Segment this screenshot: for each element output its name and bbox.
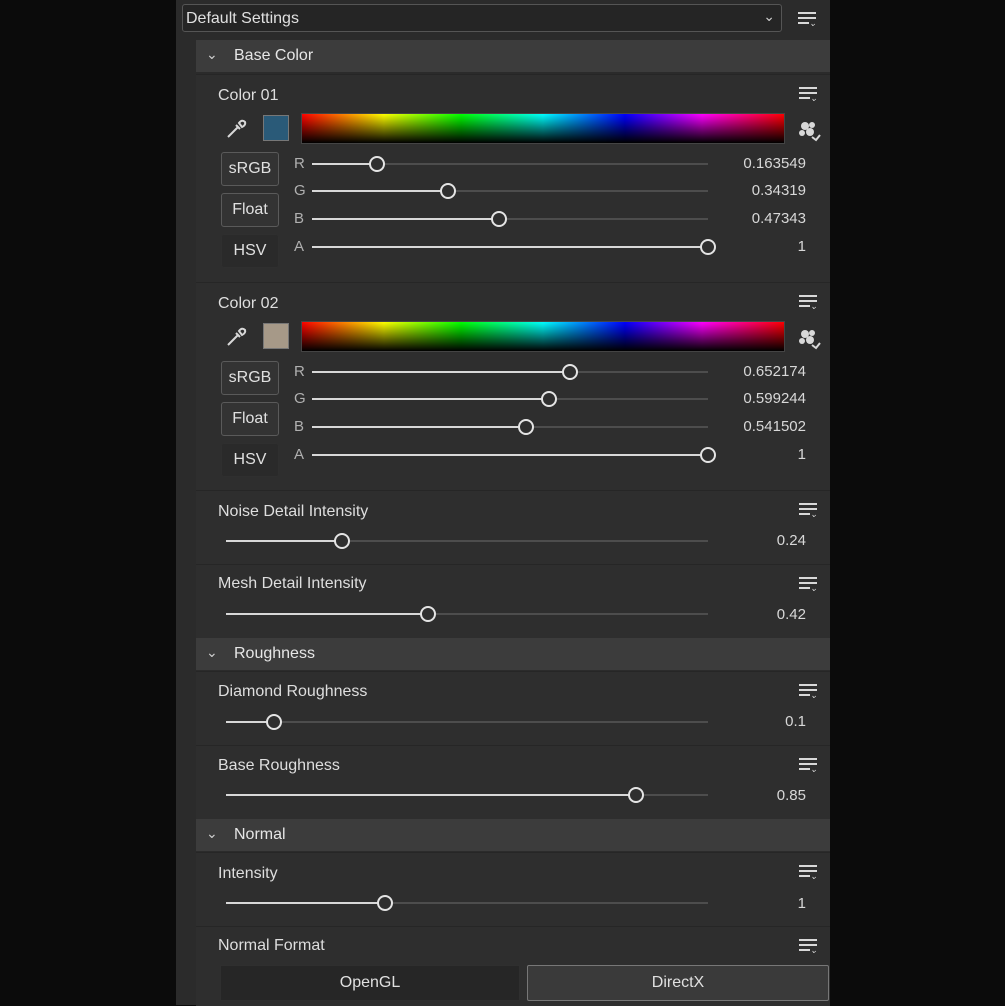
channel-slider-r[interactable] <box>312 364 708 380</box>
hsv-button[interactable]: HSV <box>221 234 279 268</box>
eyedropper-icon[interactable] <box>224 117 248 141</box>
channel-value-b[interactable]: 0.541502 <box>686 418 806 435</box>
chevron-down-icon: ⌄ <box>763 8 775 24</box>
slider-handle[interactable] <box>491 211 508 227</box>
mesh-detail-slider[interactable] <box>226 606 708 622</box>
preset-menu-icon[interactable]: ⌄ <box>798 10 818 28</box>
preset-dropdown[interactable]: Default Settings ⌄ <box>182 4 782 32</box>
normal-intensity-slider[interactable] <box>226 895 708 911</box>
noise-detail-value[interactable]: 0.24 <box>686 532 806 549</box>
slider-handle[interactable] <box>541 391 558 407</box>
slider-handle[interactable] <box>377 895 394 911</box>
property-menu-icon[interactable]: ⌄ <box>799 682 819 700</box>
base-roughness-value[interactable]: 0.85 <box>686 787 806 804</box>
slider-handle[interactable] <box>562 364 579 380</box>
noise-detail-property: Noise Detail Intensity ⌄ 0.24 <box>196 490 830 565</box>
base-roughness-slider[interactable] <box>226 787 708 803</box>
diamond-roughness-label: Diamond Roughness <box>218 683 368 700</box>
property-menu-icon[interactable]: ⌄ <box>799 937 819 955</box>
section-title: Base Color <box>234 47 314 64</box>
color02-property: Color 02 ⌄ sRGB Float HSV R 0.652174 G 0.59… <box>196 282 830 491</box>
property-menu-icon[interactable]: ⌄ <box>799 863 819 881</box>
color01-label: Color 01 <box>218 87 279 104</box>
slider-handle[interactable] <box>333 533 350 549</box>
section-base-color[interactable]: ⌄ Base Color <box>196 40 830 72</box>
property-menu-icon[interactable]: ⌄ <box>799 85 819 103</box>
channel-value-a[interactable]: 1 <box>686 446 806 463</box>
mesh-detail-value[interactable]: 0.42 <box>686 606 806 623</box>
normal-format-property: Normal Format ⌄ OpenGL DirectX <box>196 926 830 1006</box>
channel-label-b: B <box>294 418 305 435</box>
chevron-down-icon: ⌄ <box>206 46 218 62</box>
normal-intensity-property: Intensity ⌄ 1 <box>196 852 830 927</box>
noise-detail-label: Noise Detail Intensity <box>218 503 369 520</box>
properties-panel: Default Settings ⌄ ⌄ ⌄ Base Color Color … <box>176 0 830 1006</box>
color01-property: Color 01 ⌄ sRGB Float HSV R 0.163549 G 0.34… <box>196 74 830 283</box>
channel-slider-r[interactable] <box>312 156 708 172</box>
channel-slider-b[interactable] <box>312 211 708 227</box>
channel-value-r[interactable]: 0.163549 <box>686 155 806 172</box>
property-menu-icon[interactable]: ⌄ <box>799 501 819 519</box>
base-roughness-label: Base Roughness <box>218 757 340 774</box>
chevron-down-icon: ⌄ <box>206 644 218 660</box>
channel-slider-a[interactable] <box>312 447 716 463</box>
normal-format-label: Normal Format <box>218 937 325 954</box>
directx-option[interactable]: DirectX <box>527 965 829 1001</box>
section-title: Roughness <box>234 645 315 662</box>
slider-handle[interactable] <box>518 419 535 435</box>
channel-slider-g[interactable] <box>312 183 708 199</box>
channel-label-a: A <box>294 238 305 255</box>
channel-label-a: A <box>294 446 305 463</box>
property-menu-icon[interactable]: ⌄ <box>799 756 819 774</box>
float-button[interactable]: Float <box>221 402 279 436</box>
channel-slider-a[interactable] <box>312 239 716 255</box>
slider-handle[interactable] <box>368 156 385 172</box>
normal-intensity-label: Intensity <box>218 865 278 882</box>
property-menu-icon[interactable]: ⌄ <box>799 293 819 311</box>
channel-label-r: R <box>294 155 305 172</box>
diamond-roughness-value[interactable]: 0.1 <box>686 713 806 730</box>
diamond-roughness-slider[interactable] <box>226 714 708 730</box>
noise-detail-slider[interactable] <box>226 533 708 549</box>
section-roughness[interactable]: ⌄ Roughness <box>196 638 830 670</box>
normal-intensity-value[interactable]: 1 <box>686 895 806 912</box>
channel-slider-b[interactable] <box>312 419 708 435</box>
color02-swatch[interactable] <box>263 323 289 349</box>
srgb-button[interactable]: sRGB <box>221 361 279 395</box>
section-normal[interactable]: ⌄ Normal <box>196 819 830 851</box>
color02-spectrum[interactable] <box>301 321 785 352</box>
palette-icon[interactable] <box>796 117 822 143</box>
channel-label-g: G <box>294 182 306 199</box>
slider-handle[interactable] <box>439 183 456 199</box>
channel-value-r[interactable]: 0.652174 <box>686 363 806 380</box>
color01-spectrum[interactable] <box>301 113 785 144</box>
srgb-button[interactable]: sRGB <box>221 152 279 186</box>
opengl-option[interactable]: OpenGL <box>220 965 520 1001</box>
channel-label-g: G <box>294 390 306 407</box>
channel-value-g[interactable]: 0.34319 <box>686 182 806 199</box>
palette-icon[interactable] <box>796 325 822 351</box>
slider-handle[interactable] <box>266 714 283 730</box>
mesh-detail-label: Mesh Detail Intensity <box>218 575 367 592</box>
channel-label-b: B <box>294 210 305 227</box>
float-button[interactable]: Float <box>221 193 279 227</box>
eyedropper-icon[interactable] <box>224 325 248 349</box>
chevron-down-icon: ⌄ <box>206 825 218 841</box>
preset-dropdown-label: Default Settings <box>186 10 299 27</box>
channel-label-r: R <box>294 363 305 380</box>
channel-value-a[interactable]: 1 <box>686 238 806 255</box>
property-menu-icon[interactable]: ⌄ <box>799 575 819 593</box>
channel-value-b[interactable]: 0.47343 <box>686 210 806 227</box>
mesh-detail-property: Mesh Detail Intensity ⌄ 0.42 <box>196 564 830 639</box>
section-title: Normal <box>234 826 286 843</box>
channel-value-g[interactable]: 0.599244 <box>686 390 806 407</box>
channel-slider-g[interactable] <box>312 391 708 407</box>
slider-handle[interactable] <box>420 606 437 622</box>
color01-swatch[interactable] <box>263 115 289 141</box>
base-roughness-property: Base Roughness ⌄ 0.85 <box>196 745 830 820</box>
slider-handle[interactable] <box>627 787 644 803</box>
color02-label: Color 02 <box>218 295 279 312</box>
diamond-roughness-property: Diamond Roughness ⌄ 0.1 <box>196 671 830 746</box>
hsv-button[interactable]: HSV <box>221 443 279 477</box>
